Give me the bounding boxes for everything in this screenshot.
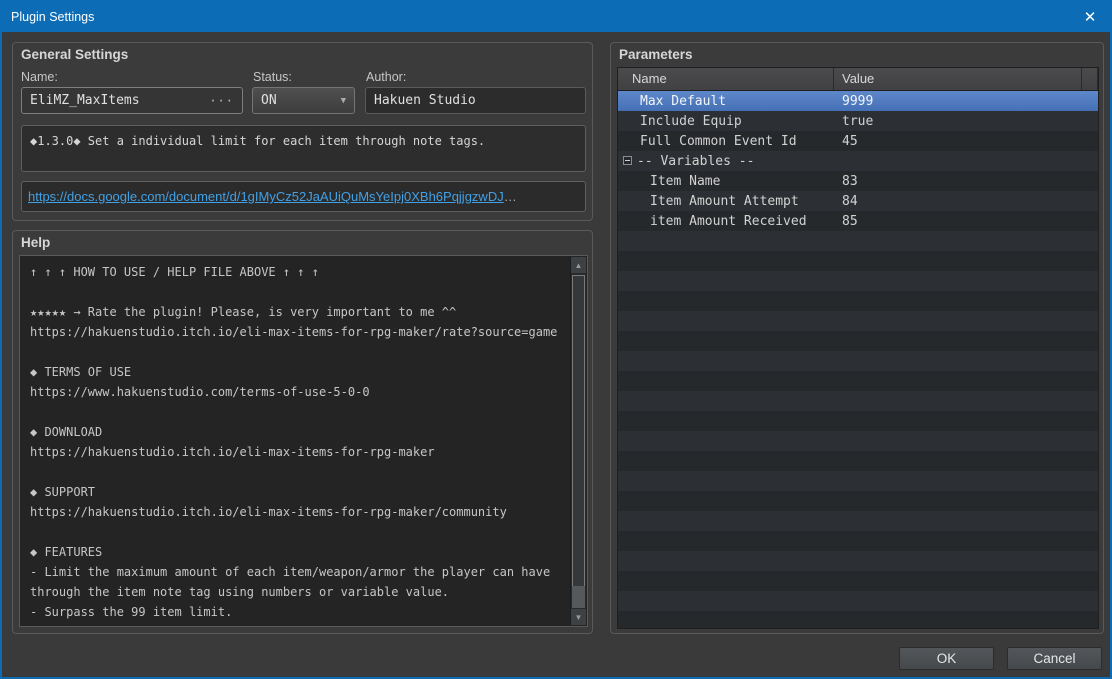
cancel-button[interactable]: Cancel (1007, 647, 1102, 670)
param-name: Max Default (640, 94, 726, 109)
ok-button[interactable]: OK (899, 647, 994, 670)
author-value: Hakuen Studio (374, 93, 476, 108)
param-name: item Amount Received (650, 214, 807, 229)
table-row[interactable]: Full Common Event Id 45 (618, 131, 1098, 151)
parameters-table-header: Name Value (618, 68, 1098, 91)
help-title: Help (21, 235, 50, 250)
status-value: ON (261, 93, 277, 108)
browse-plugin-icon[interactable]: ··· (209, 94, 234, 108)
table-row[interactable]: Include Equip true (618, 111, 1098, 131)
help-line: ◆ TERMS OF USE (30, 362, 565, 382)
help-line: https://hakuenstudio.itch.io/eli-max-ite… (30, 502, 565, 522)
help-line: - Surpass the 99 item limit. (30, 602, 565, 622)
collapse-icon[interactable] (623, 156, 632, 165)
scrollbar-thumb[interactable] (572, 275, 585, 591)
scroll-up-icon[interactable]: ▲ (571, 257, 586, 273)
plugin-description: ◆1.3.0◆ Set a individual limit for each … (30, 134, 485, 148)
param-value: 45 (842, 134, 858, 149)
help-line: ★★★★★ → Rate the plugin! Please, is very… (30, 302, 565, 322)
table-row[interactable]: Max Default 9999 (618, 91, 1098, 111)
general-settings-group: General Settings Name: Status: Author: E… (12, 42, 593, 221)
parameters-table-body: Max Default 9999 Include Equip true Full… (618, 91, 1098, 628)
author-label: Author: (366, 70, 406, 84)
help-text-area[interactable]: ↑ ↑ ↑ HOW TO USE / HELP FILE ABOVE ↑ ↑ ↑… (19, 255, 588, 627)
param-value: true (842, 114, 873, 129)
param-value: 84 (842, 194, 858, 209)
column-header-extra (1082, 68, 1098, 90)
help-line: ◆ FEATURES (30, 542, 565, 562)
help-line (30, 462, 565, 482)
help-line: https://hakuenstudio.itch.io/eli-max-ite… (30, 322, 565, 342)
help-line: - Choose to count (or not) equipped item… (30, 622, 565, 626)
help-line: ◆ SUPPORT (30, 482, 565, 502)
table-row[interactable]: Item Amount Attempt 84 (618, 191, 1098, 211)
param-name: Item Name (650, 174, 720, 189)
status-label: Status: (253, 70, 292, 84)
window-title: Plugin Settings (2, 10, 94, 24)
help-text: ↑ ↑ ↑ HOW TO USE / HELP FILE ABOVE ↑ ↑ ↑… (30, 262, 565, 626)
general-settings-title: General Settings (21, 47, 128, 62)
param-name: Include Equip (640, 114, 742, 129)
plugin-name-field[interactable]: EliMZ_MaxItems ··· (21, 87, 243, 114)
param-value: 9999 (842, 94, 873, 109)
param-name: Full Common Event Id (640, 134, 797, 149)
help-line: - Limit the maximum amount of each item/… (30, 562, 565, 582)
column-header-value[interactable]: Value (834, 68, 1082, 90)
ellipsis-icon: … (504, 189, 517, 204)
help-line (30, 522, 565, 542)
status-dropdown[interactable]: ON ▼ (252, 87, 355, 114)
plugin-description-box: ◆1.3.0◆ Set a individual limit for each … (21, 125, 586, 172)
titlebar: Plugin Settings ✕ (2, 2, 1110, 32)
param-value: 85 (842, 214, 858, 229)
column-header-name[interactable]: Name (618, 68, 834, 90)
parameters-group: Parameters Name Value Max Default 9999 I… (610, 42, 1104, 634)
help-line (30, 402, 565, 422)
param-name: -- Variables -- (637, 154, 754, 169)
table-row[interactable]: Item Name 83 (618, 171, 1098, 191)
parameters-table: Name Value Max Default 9999 Include Equi… (617, 67, 1099, 629)
help-line: https://hakuenstudio.itch.io/eli-max-ite… (30, 442, 565, 462)
help-line: https://www.hakuenstudio.com/terms-of-us… (30, 382, 565, 402)
help-link[interactable]: https://docs.google.com/document/d/1gIMy… (28, 189, 504, 204)
help-line: ◆ DOWNLOAD (30, 422, 565, 442)
help-scrollbar[interactable]: ▲ ▼ (570, 257, 586, 625)
author-field[interactable]: Hakuen Studio (365, 87, 586, 114)
close-icon[interactable]: ✕ (1070, 2, 1110, 32)
plugin-name-value: EliMZ_MaxItems (30, 93, 140, 108)
chevron-down-icon: ▼ (341, 96, 346, 106)
table-row[interactable]: item Amount Received 85 (618, 211, 1098, 231)
table-row-group[interactable]: -- Variables -- (618, 151, 1098, 171)
help-line (30, 282, 565, 302)
parameters-title: Parameters (619, 47, 693, 62)
param-name: Item Amount Attempt (650, 194, 799, 209)
scroll-down-icon[interactable]: ▼ (571, 609, 586, 625)
scrollbar-track-block[interactable] (572, 586, 585, 608)
help-group: Help ↑ ↑ ↑ HOW TO USE / HELP FILE ABOVE … (12, 230, 593, 634)
help-line: ↑ ↑ ↑ HOW TO USE / HELP FILE ABOVE ↑ ↑ ↑ (30, 262, 565, 282)
help-link-box: https://docs.google.com/document/d/1gIMy… (21, 181, 586, 212)
help-line (30, 342, 565, 362)
name-label: Name: (21, 70, 58, 84)
param-value: 83 (842, 174, 858, 189)
help-line: through the item note tag using numbers … (30, 582, 565, 602)
plugin-settings-dialog: Plugin Settings ✕ General Settings Name:… (0, 0, 1112, 679)
